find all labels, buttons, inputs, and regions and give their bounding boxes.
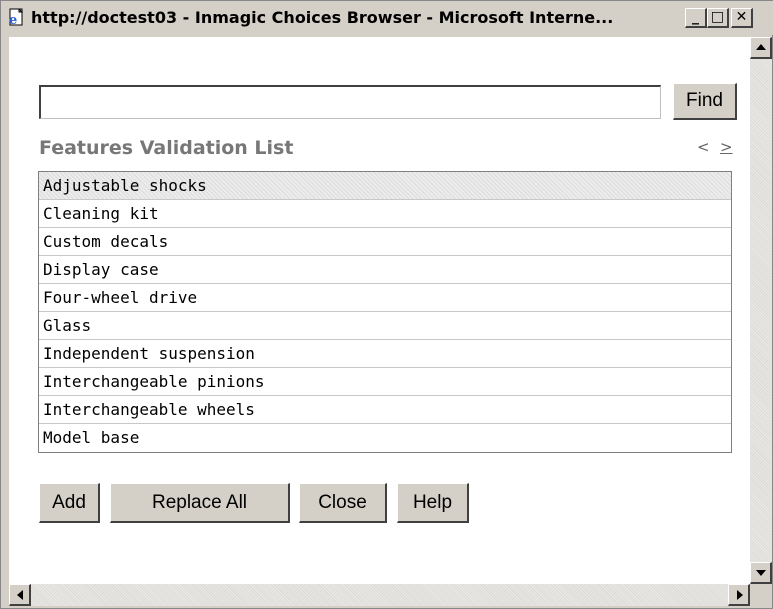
list-item[interactable]: Glass bbox=[39, 312, 731, 340]
vertical-scrollbar[interactable] bbox=[750, 37, 772, 584]
add-button[interactable]: Add bbox=[39, 483, 100, 523]
list-item[interactable]: Model base bbox=[39, 424, 731, 452]
features-list: Adjustable shocks Cleaning kit Custom deca… bbox=[38, 171, 732, 453]
scroll-right-button[interactable] bbox=[728, 584, 750, 606]
ie-page-icon: e bbox=[7, 8, 27, 28]
help-button[interactable]: Help bbox=[397, 483, 469, 523]
list-item[interactable]: Display case bbox=[39, 256, 731, 284]
arrow-down-icon bbox=[756, 570, 766, 576]
close-window-button[interactable]: ✕ bbox=[731, 8, 753, 28]
close-icon: ✕ bbox=[735, 9, 748, 25]
close-button[interactable]: Close bbox=[299, 483, 387, 523]
horizontal-scrollbar[interactable] bbox=[9, 584, 750, 606]
prev-page-link[interactable]: < bbox=[697, 138, 710, 156]
search-input[interactable] bbox=[39, 85, 661, 119]
browser-window: e http://doctest03 - Inmagic Choices Bro… bbox=[0, 0, 773, 609]
replace-all-button[interactable]: Replace All bbox=[110, 483, 290, 523]
maximize-button[interactable]: □ bbox=[707, 8, 729, 28]
list-item[interactable]: Four-wheel drive bbox=[39, 284, 731, 312]
list-item[interactable]: Independent suspension bbox=[39, 340, 731, 368]
scroll-down-button[interactable] bbox=[750, 562, 772, 584]
svg-text:e: e bbox=[9, 13, 17, 28]
list-item[interactable]: Custom decals bbox=[39, 228, 731, 256]
minimize-icon: _ bbox=[692, 9, 699, 25]
window-title: http://doctest03 - Inmagic Choices Brows… bbox=[31, 8, 614, 27]
arrow-left-icon bbox=[17, 590, 23, 600]
list-title: Features Validation List bbox=[39, 137, 294, 159]
arrow-up-icon bbox=[756, 44, 766, 50]
page-content: Find Features Validation List < > Adjust… bbox=[9, 37, 750, 584]
next-page-link[interactable]: > bbox=[720, 138, 733, 156]
minimize-button[interactable]: _ bbox=[685, 8, 707, 28]
maximize-icon: □ bbox=[710, 9, 725, 25]
scroll-left-button[interactable] bbox=[9, 584, 31, 606]
list-item[interactable]: Interchangeable wheels bbox=[39, 396, 731, 424]
arrow-right-icon bbox=[737, 590, 743, 600]
list-item[interactable]: Cleaning kit bbox=[39, 200, 731, 228]
find-button[interactable]: Find bbox=[673, 83, 737, 120]
scrollbar-corner bbox=[750, 584, 772, 606]
title-bar[interactable]: e http://doctest03 - Inmagic Choices Bro… bbox=[1, 1, 773, 35]
list-item[interactable]: Interchangeable pinions bbox=[39, 368, 731, 396]
list-item[interactable]: Adjustable shocks bbox=[39, 172, 731, 200]
scroll-up-button[interactable] bbox=[750, 37, 772, 59]
